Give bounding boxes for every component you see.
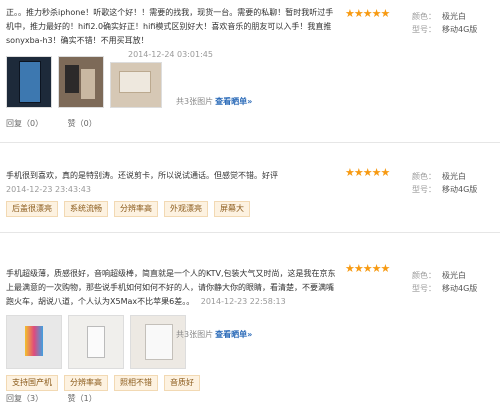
review-tag: 支持国产机 bbox=[6, 375, 58, 391]
review-tag: 屏幕大 bbox=[214, 201, 250, 217]
review-content: 手机很到喜欢，真的是特别涛。还说剪卡，所以说试通话。但感觉不错。好评 2014-… bbox=[6, 169, 336, 197]
review-tag: 照相不错 bbox=[114, 375, 158, 391]
color-value: 极光白 bbox=[442, 271, 466, 280]
review-actions: 回复（0） 赞（0） bbox=[6, 118, 119, 129]
model-value: 移动4G版 bbox=[442, 284, 478, 293]
view-photos-link[interactable]: 查看晒单» bbox=[215, 330, 252, 339]
review-tag: 外观漂亮 bbox=[164, 201, 208, 217]
review-text: 手机很到喜欢，真的是特别涛。还说剪卡，所以说试通话。但感觉不错。好评 bbox=[6, 171, 278, 180]
review-content: 手机超级薄，质感很好，音响超级棒，简直就是一个人的KTV,包装大气又时尚，这是我… bbox=[6, 267, 336, 309]
image-thumbnails bbox=[6, 315, 186, 369]
review-tags: 后盖很漂亮 系统流畅 分辨率高 外观漂亮 屏幕大 bbox=[6, 201, 250, 217]
review-attrs: 颜色： 极光白 型号： 移动4G版 bbox=[412, 12, 478, 34]
review-photo-thumb[interactable] bbox=[130, 315, 186, 369]
review-tag: 分辨率高 bbox=[114, 201, 158, 217]
review-content: 正。。推力秒杀iphone！听歌这个好！！需要的找我，现货一台。需要的私聊！暂时… bbox=[6, 6, 336, 62]
reply-button[interactable]: 回复（0） bbox=[6, 119, 43, 128]
review-photo-thumb[interactable] bbox=[6, 315, 62, 369]
image-count: 共3张图片 查看晒单» bbox=[176, 330, 253, 339]
image-thumbnails bbox=[6, 56, 162, 108]
review-tag: 分辨率高 bbox=[64, 375, 108, 391]
model-value: 移动4G版 bbox=[442, 185, 478, 194]
review-tag: 音质好 bbox=[164, 375, 200, 391]
review-photo-thumb[interactable] bbox=[58, 56, 104, 108]
review-time: 2014-12-23 22:58:13 bbox=[200, 297, 286, 306]
reply-button[interactable]: 回复（3） bbox=[6, 394, 43, 403]
review-divider bbox=[0, 232, 500, 233]
color-value: 极光白 bbox=[442, 12, 466, 21]
like-button[interactable]: 赞（0） bbox=[68, 119, 97, 128]
color-value: 极光白 bbox=[442, 172, 466, 181]
review-divider bbox=[0, 142, 500, 143]
view-photos-link[interactable]: 查看晒单» bbox=[215, 97, 252, 106]
review-text: 手机超级薄，质感很好，音响超级棒，简直就是一个人的KTV,包装大气又时尚，这是我… bbox=[6, 269, 336, 306]
review-text: 正。。推力秒杀iphone！听歌这个好！！需要的找我，现货一台。需要的私聊！暂时… bbox=[6, 8, 334, 45]
rating-stars: ★★★★★ bbox=[345, 262, 390, 275]
review-attrs: 颜色： 极光白 型号： 移动4G版 bbox=[412, 172, 478, 194]
review-tags: 支持国产机 分辨率高 照相不错 音质好 bbox=[6, 375, 200, 391]
review-photo-thumb[interactable] bbox=[68, 315, 124, 369]
review-time: 2014-12-23 23:43:43 bbox=[6, 185, 91, 194]
review-attrs: 颜色： 极光白 型号： 移动4G版 bbox=[412, 271, 478, 293]
rating-stars: ★★★★★ bbox=[345, 7, 390, 20]
review-tag: 系统流畅 bbox=[64, 201, 108, 217]
review-actions: 回复（3） 赞（1） bbox=[6, 393, 119, 404]
review-photo-thumb[interactable] bbox=[110, 62, 162, 108]
rating-stars: ★★★★★ bbox=[345, 166, 390, 179]
review-photo-thumb[interactable] bbox=[6, 56, 52, 108]
image-count: 共3张图片 查看晒单» bbox=[176, 97, 253, 106]
review-tag: 后盖很漂亮 bbox=[6, 201, 58, 217]
like-button[interactable]: 赞（1） bbox=[68, 394, 97, 403]
model-value: 移动4G版 bbox=[442, 25, 478, 34]
